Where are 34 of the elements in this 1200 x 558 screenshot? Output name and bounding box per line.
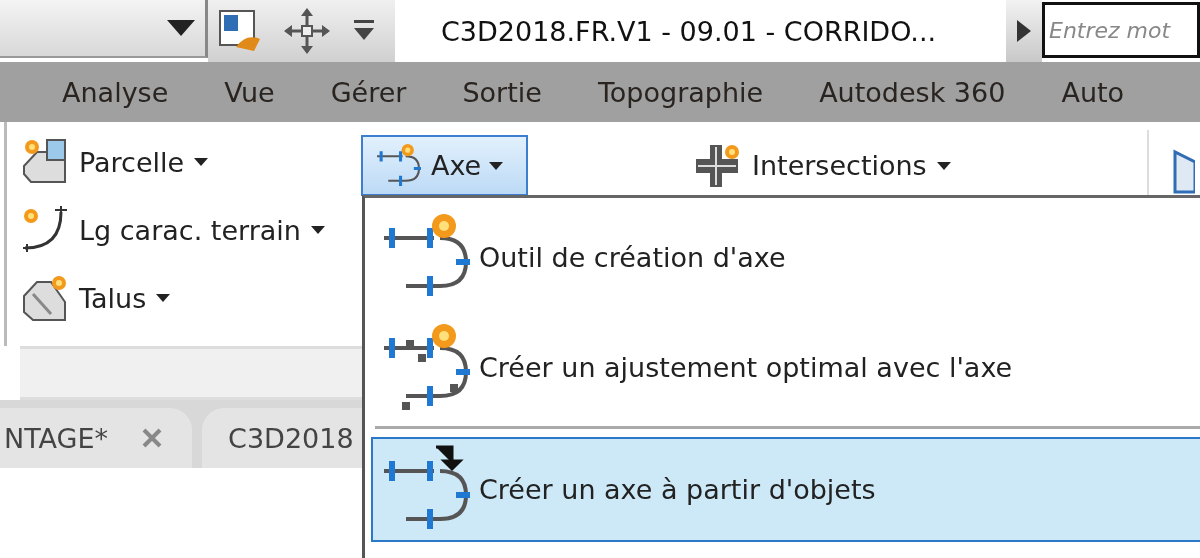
intersection-icon: [694, 142, 742, 189]
play-icon: [1017, 20, 1031, 42]
ribbon-tab[interactable]: Auto: [1055, 70, 1131, 114]
ribbon-tab[interactable]: Autodesk 360: [813, 70, 1012, 114]
profile-icon[interactable]: [1172, 148, 1195, 194]
caret-icon: [194, 158, 209, 166]
search-field[interactable]: Entrez mot: [1042, 2, 1200, 58]
ribbon-tab[interactable]: Gérer: [324, 70, 413, 114]
move-icon[interactable]: [284, 8, 330, 54]
ribbon-tab[interactable]: Vue: [218, 70, 281, 114]
ribbon-tab[interactable]: Sortie: [456, 70, 548, 114]
window-title: C3D2018.FR.V1 - 09.01 - CORRIDO...: [440, 14, 938, 49]
caret-icon: [310, 226, 325, 234]
tool-label[interactable]: Lg carac. terrain: [79, 214, 301, 246]
caret-icon: [156, 294, 171, 302]
parcel-icon: [21, 138, 69, 186]
caret-icon: [167, 20, 195, 36]
ribbon-tab[interactable]: Topographie: [591, 70, 770, 114]
menu-item[interactable]: Créer un axe à partir d'objets: [371, 437, 1200, 542]
grading-icon: [21, 274, 69, 322]
caret-icon: [936, 161, 951, 170]
ribbon-tab[interactable]: Analyse: [56, 70, 175, 114]
feature-line-icon: [21, 206, 69, 254]
workspace-dropdown[interactable]: [0, 0, 208, 58]
tool-label[interactable]: Parcelle: [79, 146, 185, 178]
properties-icon[interactable]: [218, 9, 262, 53]
expand-button[interactable]: [1006, 0, 1042, 62]
document-tab[interactable]: NTAGE*: [0, 408, 193, 468]
customize-icon[interactable]: [352, 20, 376, 42]
tool-label[interactable]: Talus: [79, 282, 147, 314]
close-icon[interactable]: [142, 428, 163, 448]
alignment-button[interactable]: Axe: [361, 135, 528, 196]
menu-item[interactable]: Outil de création d'axe: [371, 202, 1200, 312]
caret-icon: [489, 161, 504, 170]
